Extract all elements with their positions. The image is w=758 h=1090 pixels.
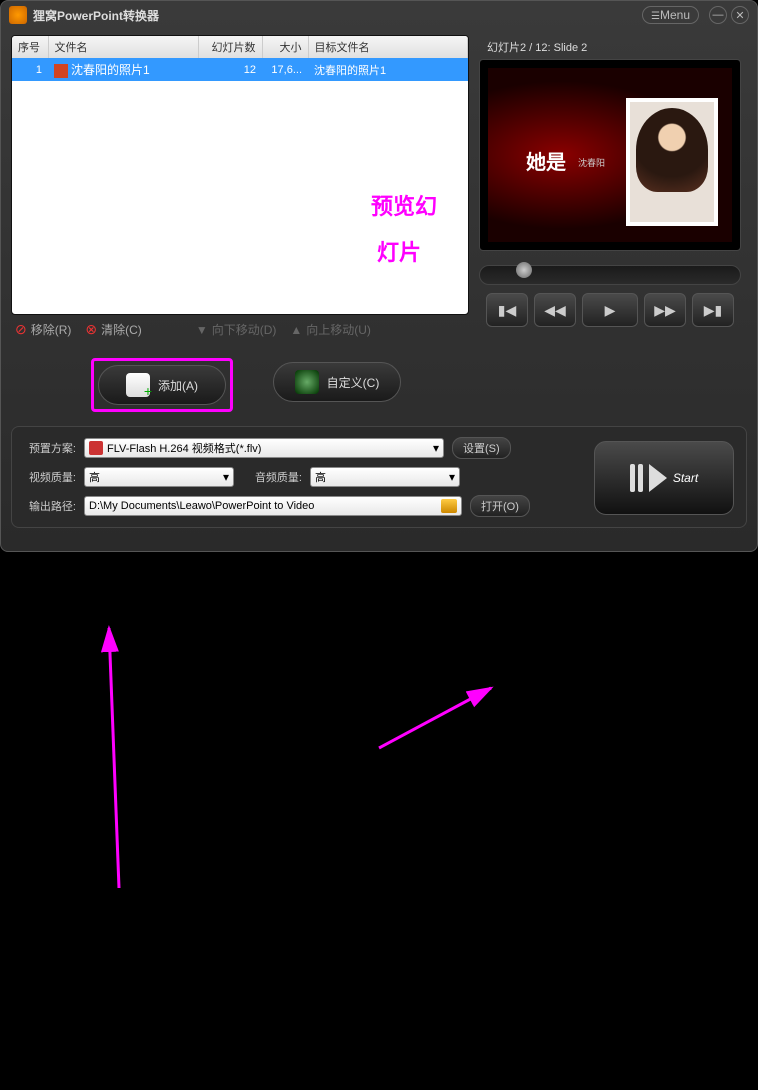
clear-icon: ⊗ bbox=[85, 321, 97, 338]
app-window: 狸窝PowerPoint转换器 ☰Menu — ✕ 序号 文件名 幻灯片数 大小… bbox=[0, 0, 758, 552]
bottom-panel: 预置方案: ▾ 设置(S) 视频质量: ▾ 音频质量: ▾ 输出路径: 打开(O… bbox=[11, 426, 747, 528]
player-controls: ▮◀ ◀◀ ▶ ▶▶ ▶▮ bbox=[479, 293, 741, 327]
arrow-down-icon: ▼ bbox=[196, 323, 208, 337]
vquality-label: 视频质量: bbox=[22, 469, 76, 485]
preset-value[interactable] bbox=[107, 442, 433, 454]
start-label: Start bbox=[673, 471, 698, 485]
aquality-combo[interactable]: ▾ bbox=[310, 467, 460, 487]
cell-size: 17,6... bbox=[262, 58, 308, 81]
file-table: 序号 文件名 幻灯片数 大小 目标文件名 1 沈春阳的照片1 12 17,6..… bbox=[11, 35, 469, 315]
aquality-value[interactable] bbox=[315, 471, 449, 483]
preset-label: 预置方案: bbox=[22, 440, 76, 456]
cell-seq: 1 bbox=[12, 58, 48, 81]
forbid-icon: ⊘ bbox=[15, 321, 27, 338]
clear-label: 清除(C) bbox=[101, 321, 142, 338]
col-seq[interactable]: 序号 bbox=[12, 36, 48, 58]
open-button[interactable]: 打开(O) bbox=[470, 495, 530, 517]
output-value[interactable] bbox=[89, 500, 441, 512]
app-title: 狸窝PowerPoint转换器 bbox=[33, 7, 642, 24]
prev-button[interactable]: ◀◀ bbox=[534, 293, 576, 327]
menu-label: Menu bbox=[660, 8, 690, 22]
move-up-label: 向上移动(U) bbox=[306, 321, 371, 338]
slider-knob[interactable] bbox=[516, 262, 532, 278]
app-logo-icon bbox=[9, 6, 27, 24]
cell-filename: 沈春阳的照片1 bbox=[48, 58, 198, 81]
slide-main-text: 她是 bbox=[526, 146, 566, 175]
play-arrow-icon bbox=[649, 464, 667, 492]
arrow-up-icon: ▲ bbox=[290, 323, 302, 337]
preview-box: 她是 沈春阳 bbox=[479, 59, 741, 251]
aquality-label: 音频质量: bbox=[242, 469, 302, 485]
cell-filename-text: 沈春阳的照片1 bbox=[71, 63, 150, 77]
col-size[interactable]: 大小 bbox=[262, 36, 308, 58]
annotation-arrows bbox=[1, 538, 758, 1090]
preview-counter: 幻灯片2 / 12: Slide 2 bbox=[479, 35, 741, 59]
play-button[interactable]: ▶ bbox=[582, 293, 638, 327]
move-up-button[interactable]: ▲ 向上移动(U) bbox=[290, 321, 371, 338]
preset-combo[interactable]: ▾ bbox=[84, 438, 444, 458]
col-slides[interactable]: 幻灯片数 bbox=[198, 36, 262, 58]
gear-icon bbox=[295, 370, 319, 394]
output-path-input[interactable] bbox=[84, 496, 462, 516]
add-ppt-icon: + bbox=[126, 373, 150, 397]
vquality-combo[interactable]: ▾ bbox=[84, 467, 234, 487]
folder-icon[interactable] bbox=[441, 499, 457, 513]
output-label: 输出路径: bbox=[22, 498, 76, 514]
slide-background: 她是 沈春阳 bbox=[488, 68, 732, 242]
list-toolbar: ⊘移除(R) ⊗清除(C) ▼ 向下移动(D) ▲ 向上移动(U) bbox=[11, 315, 469, 344]
seek-slider[interactable] bbox=[479, 265, 741, 285]
add-button[interactable]: + 添加(A) bbox=[98, 365, 226, 405]
move-down-label: 向下移动(D) bbox=[212, 321, 277, 338]
table-row[interactable]: 1 沈春阳的照片1 12 17,6... 沈春阳的照片1 bbox=[12, 58, 468, 81]
move-down-button[interactable]: ▼ 向下移动(D) bbox=[196, 321, 277, 338]
cell-slides: 12 bbox=[198, 58, 262, 81]
clear-button[interactable]: ⊗清除(C) bbox=[85, 321, 141, 338]
chevron-down-icon: ▾ bbox=[223, 470, 229, 484]
left-panel: 序号 文件名 幻灯片数 大小 目标文件名 1 沈春阳的照片1 12 17,6..… bbox=[11, 35, 469, 344]
ppt-file-icon bbox=[54, 64, 68, 78]
add-highlight-box: + 添加(A) bbox=[91, 358, 233, 412]
slide-photo bbox=[626, 98, 718, 226]
col-filename[interactable]: 文件名 bbox=[48, 36, 198, 58]
remove-label: 移除(R) bbox=[31, 321, 72, 338]
start-button[interactable]: Start bbox=[594, 441, 734, 515]
next-button[interactable]: ▶▶ bbox=[644, 293, 686, 327]
menu-button[interactable]: ☰Menu bbox=[642, 6, 699, 24]
minimize-button[interactable]: — bbox=[709, 6, 727, 24]
right-panel: 幻灯片2 / 12: Slide 2 她是 沈春阳 ▮◀ ◀◀ ▶ ▶▶ ▶▮ bbox=[479, 35, 741, 344]
start-bars-icon bbox=[630, 464, 643, 492]
chevron-down-icon: ▾ bbox=[449, 470, 455, 484]
customize-label: 自定义(C) bbox=[327, 374, 380, 391]
slide-sub-text: 沈春阳 bbox=[578, 156, 605, 169]
close-button[interactable]: ✕ bbox=[731, 6, 749, 24]
content-area: 序号 文件名 幻灯片数 大小 目标文件名 1 沈春阳的照片1 12 17,6..… bbox=[1, 29, 757, 344]
remove-button[interactable]: ⊘移除(R) bbox=[15, 321, 71, 338]
col-target[interactable]: 目标文件名 bbox=[308, 36, 468, 58]
add-label: 添加(A) bbox=[158, 377, 198, 394]
settings-button[interactable]: 设置(S) bbox=[452, 437, 511, 459]
vquality-value[interactable] bbox=[89, 471, 223, 483]
chevron-down-icon: ▾ bbox=[433, 441, 439, 455]
first-button[interactable]: ▮◀ bbox=[486, 293, 528, 327]
action-buttons-row: + 添加(A) 自定义(C) bbox=[1, 344, 757, 422]
titlebar: 狸窝PowerPoint转换器 ☰Menu — ✕ bbox=[1, 1, 757, 29]
last-button[interactable]: ▶▮ bbox=[692, 293, 734, 327]
flv-icon bbox=[89, 441, 103, 455]
customize-button[interactable]: 自定义(C) bbox=[273, 362, 401, 402]
cell-target: 沈春阳的照片1 bbox=[308, 58, 468, 81]
